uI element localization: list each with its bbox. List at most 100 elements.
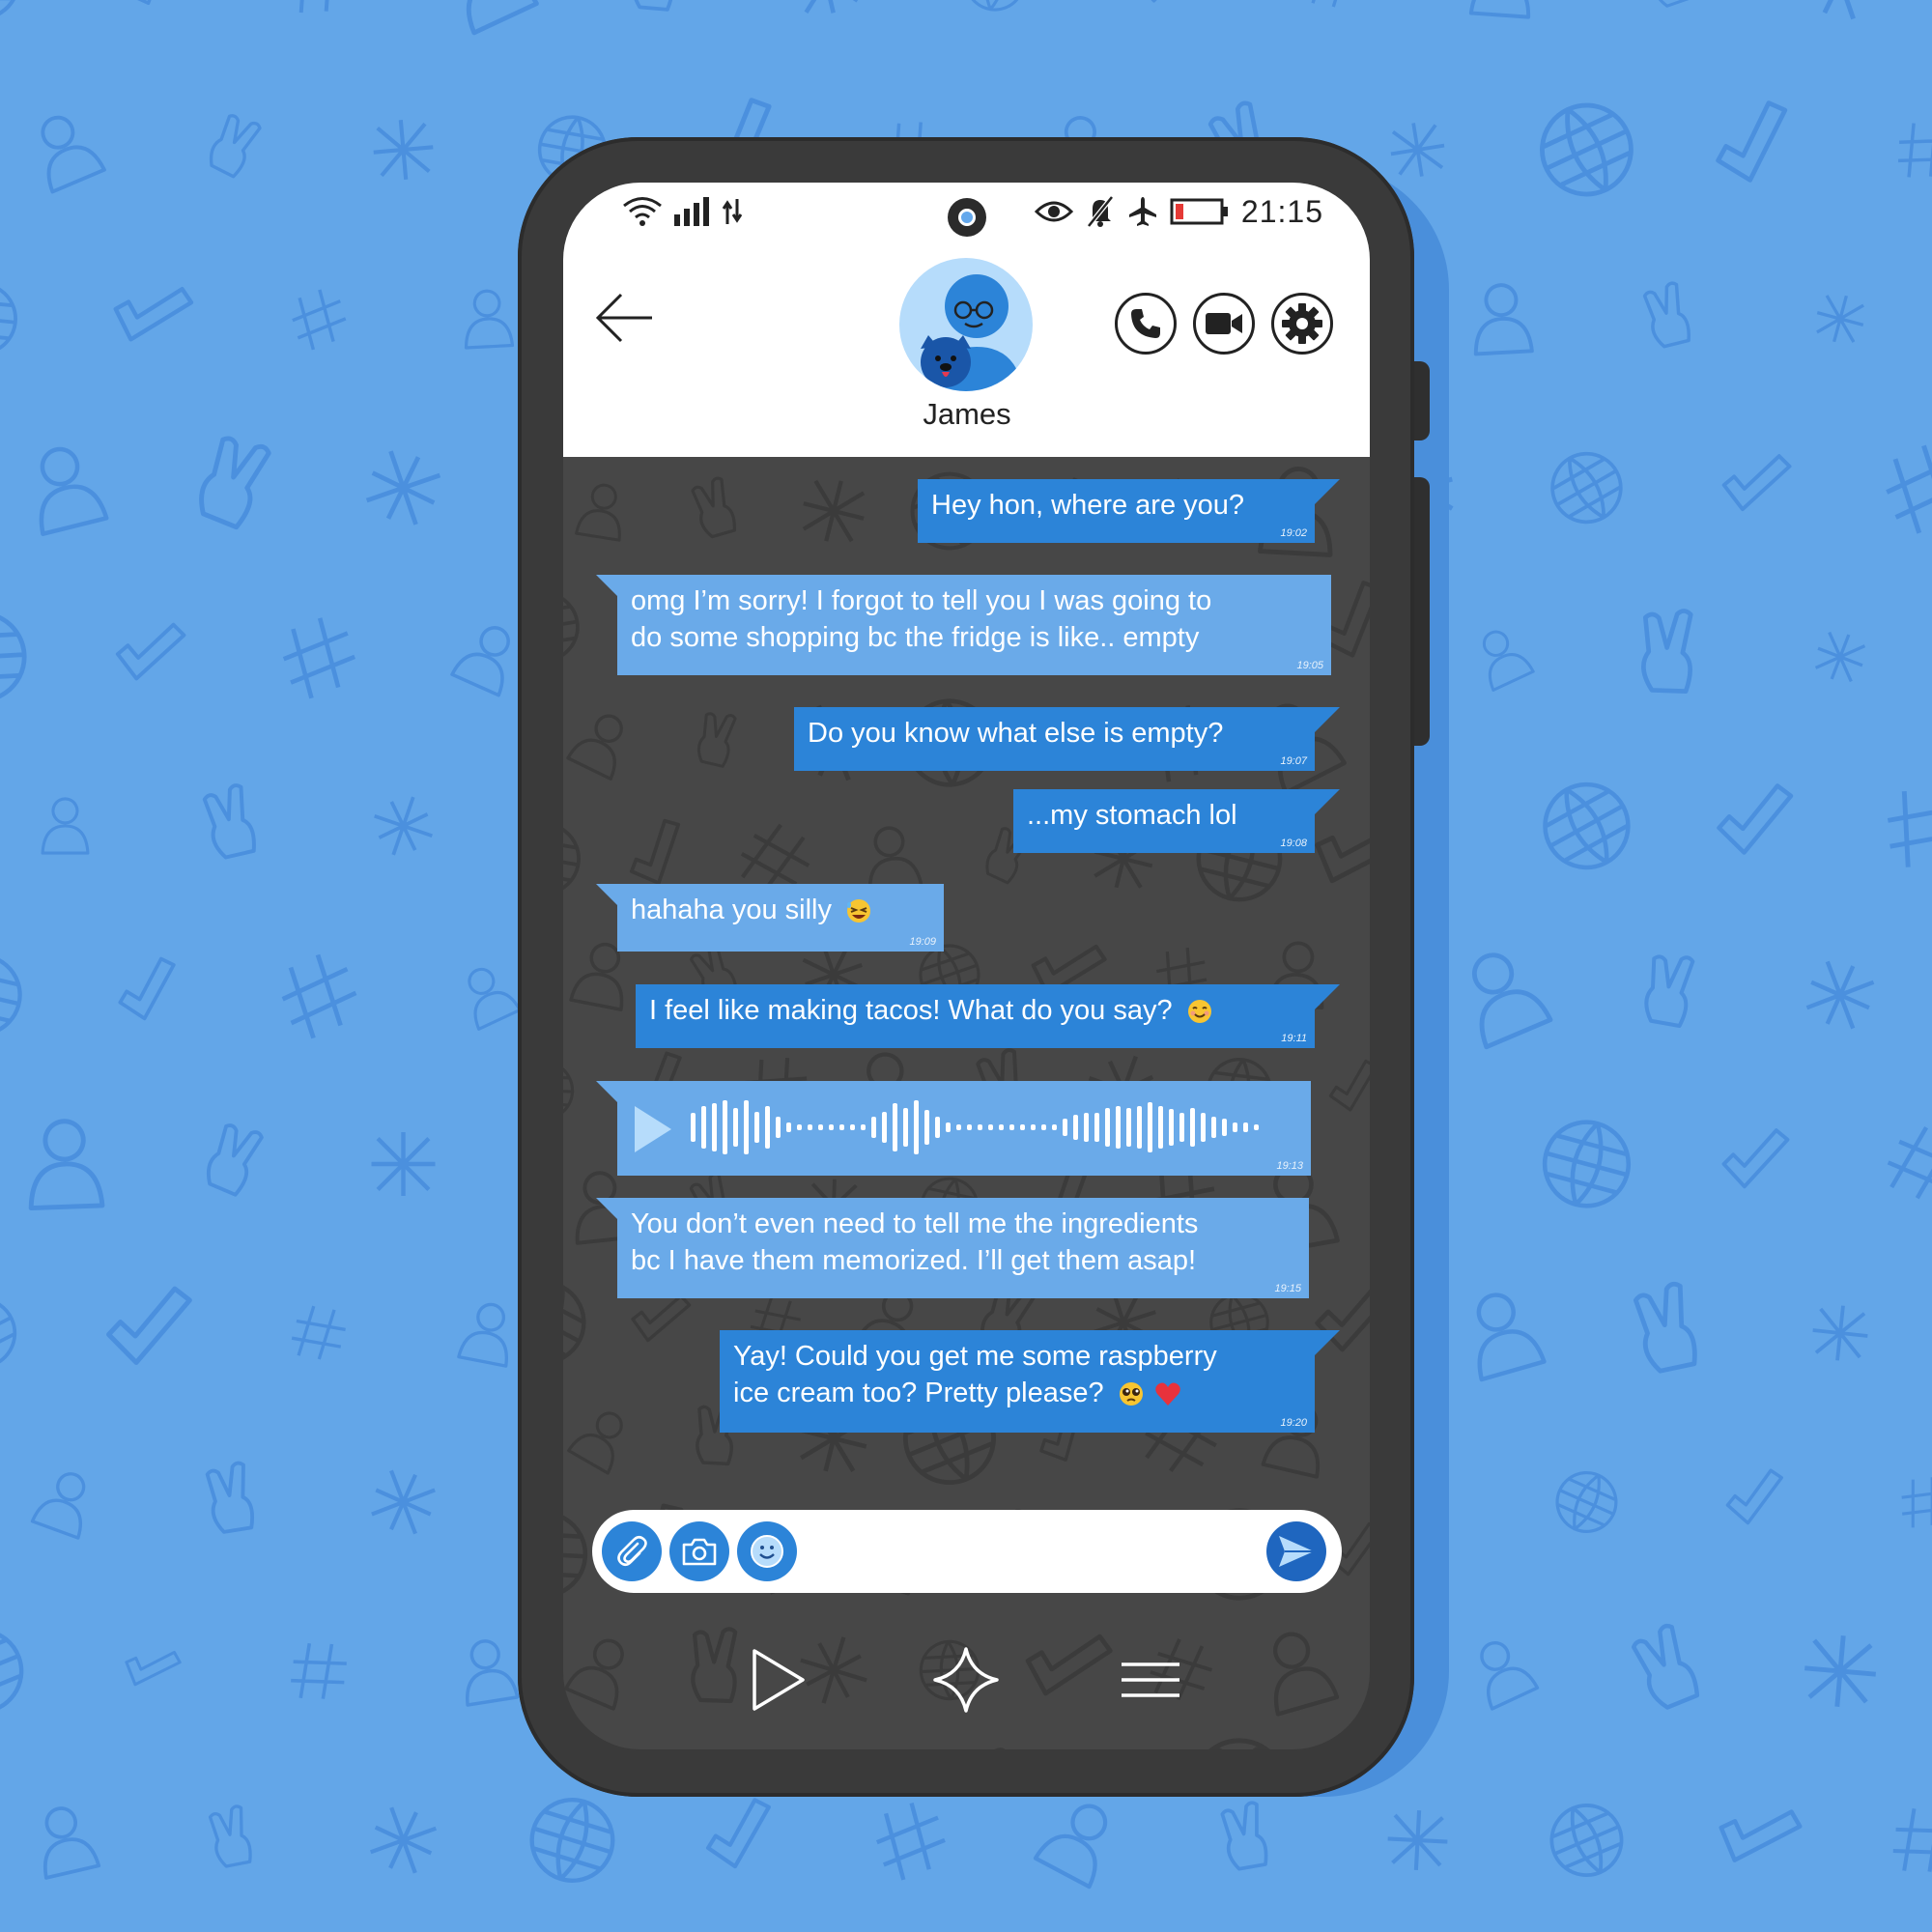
attach-button[interactable] — [602, 1521, 662, 1581]
video-call-button[interactable] — [1193, 293, 1255, 355]
waveform-bar — [818, 1124, 823, 1130]
doodle-shape — [1468, 0, 1531, 19]
waveform-bar — [1243, 1122, 1248, 1132]
camera-icon — [682, 1538, 717, 1566]
message-bubble-outgoing[interactable]: Yay! Could you get me some raspberry ice… — [720, 1330, 1315, 1433]
waveform-bar — [1031, 1124, 1036, 1130]
message-bubble-incoming[interactable]: omg I’m sorry! I forgot to tell you I wa… — [617, 575, 1331, 675]
doodle-shape — [291, 1642, 347, 1699]
menu-icon[interactable] — [1116, 1645, 1185, 1715]
waveform-bar — [850, 1124, 855, 1130]
gear-icon — [1282, 303, 1322, 344]
doodle-shape — [563, 591, 580, 663]
message-bubble-outgoing[interactable]: Do you know what else is empty? 19:07 — [794, 707, 1315, 771]
doodle-shape — [1273, 1632, 1340, 1717]
status-time: 21:15 — [1240, 193, 1323, 229]
doodle-shape — [1901, 1477, 1932, 1528]
waveform-bar — [1254, 1124, 1259, 1130]
message-text: I feel like making tacos! What do you sa… — [649, 995, 1173, 1026]
doodle-shape — [373, 120, 434, 180]
waveform-bar — [1116, 1106, 1121, 1149]
waveform-bar — [1052, 1124, 1057, 1130]
doodle-shape — [30, 1472, 86, 1540]
waveform-bar — [786, 1122, 791, 1132]
settings-button[interactable] — [1271, 293, 1333, 355]
power-button — [1412, 361, 1430, 440]
voice-waveform — [691, 1100, 1259, 1154]
message-bubble-outgoing[interactable]: I feel like making tacos! What do you sa… — [636, 984, 1315, 1048]
doodle-shape — [705, 1798, 771, 1869]
waveform-bar — [1179, 1113, 1184, 1142]
doodle-shape — [466, 1639, 520, 1707]
doodle-shape — [631, 1293, 692, 1343]
doodle-shape — [632, 0, 677, 12]
doodle-shape — [691, 476, 736, 539]
waveform-bar — [882, 1112, 887, 1143]
doodle-shape — [1476, 1293, 1547, 1382]
doodle-shape — [563, 1060, 575, 1122]
voice-call-button[interactable] — [1115, 293, 1177, 355]
message-text-input[interactable] — [809, 1527, 1247, 1577]
doodle-shape — [0, 0, 21, 21]
waveform-bar — [1084, 1113, 1089, 1142]
doodle-shape — [125, 1650, 182, 1687]
doodle-shape — [1721, 454, 1792, 512]
waveform-bar — [733, 1108, 738, 1147]
voice-message-bubble[interactable]: 19:13 — [617, 1081, 1311, 1176]
bubble-tail — [1315, 984, 1340, 1009]
message-text: do some shopping bc the fridge is like..… — [631, 622, 1200, 653]
sparkle-star-icon[interactable] — [931, 1645, 1001, 1715]
doodle-shape — [1641, 609, 1693, 694]
doodle-shape — [1549, 1804, 1624, 1878]
send-button[interactable] — [1266, 1521, 1326, 1581]
message-bubble-outgoing[interactable]: Hey hon, where are you? 19:02 — [918, 479, 1315, 543]
doodle-shape — [1387, 1810, 1448, 1870]
message-bubble-incoming[interactable]: You don’t even need to tell me the ingre… — [617, 1198, 1309, 1298]
doodle-shape — [564, 1638, 624, 1711]
doodle-shape — [1892, 1807, 1932, 1872]
doodle-shape — [202, 783, 256, 860]
waveform-bar — [924, 1110, 929, 1145]
waveform-bar — [1137, 1106, 1142, 1149]
doodle-shape — [1025, 1634, 1113, 1696]
play-icon[interactable] — [741, 1645, 810, 1715]
smiling-emoji — [1187, 1000, 1211, 1024]
doodle-shape — [457, 1302, 508, 1368]
doodle-shape — [856, 1747, 927, 1749]
doodle-shape — [39, 446, 109, 536]
message-text-row: I feel like making tacos! What do you sa… — [649, 992, 1301, 1029]
waveform-bar — [893, 1103, 897, 1151]
doodle-shape — [1801, 0, 1880, 20]
emoji-button[interactable] — [737, 1521, 797, 1581]
avatar[interactable] — [899, 258, 1033, 391]
message-bubble-outgoing[interactable]: ...my stomach lol 19:08 — [1013, 789, 1315, 853]
contact-name[interactable]: James — [870, 397, 1064, 432]
camera-button[interactable] — [669, 1521, 729, 1581]
message-bubble-incoming[interactable]: hahaha you silly 19:09 — [617, 884, 944, 952]
doodle-shape — [292, 289, 347, 351]
doodle-shape — [1644, 954, 1695, 1028]
waveform-bar — [712, 1103, 717, 1151]
doodle-shape — [1719, 1809, 1803, 1862]
doodle-shape — [209, 114, 262, 179]
smiley-icon — [751, 1535, 783, 1568]
doodle-shape — [122, 0, 170, 6]
message-time: 19:15 — [1274, 1283, 1301, 1294]
phone-icon — [1131, 309, 1160, 338]
doodle-shape — [1390, 123, 1445, 177]
doodle-shape — [1543, 781, 1631, 870]
doodle-shape — [365, 450, 441, 526]
waveform-bar — [691, 1113, 696, 1142]
play-voice-icon[interactable] — [633, 1104, 673, 1154]
message-text: omg I’m sorry! I forgot to tell you I wa… — [631, 585, 1212, 616]
doodle-shape — [1191, 1738, 1288, 1749]
waveform-bar — [1094, 1113, 1099, 1142]
waveform-bar — [765, 1106, 770, 1149]
doodle-shape — [118, 956, 176, 1021]
doodle-shape — [205, 1461, 255, 1534]
waveform-bar — [1233, 1122, 1237, 1132]
doodle-shape — [566, 714, 623, 781]
back-arrow-icon[interactable] — [590, 289, 658, 347]
doodle-shape — [1033, 1804, 1108, 1889]
doodle-shape — [369, 1806, 438, 1874]
